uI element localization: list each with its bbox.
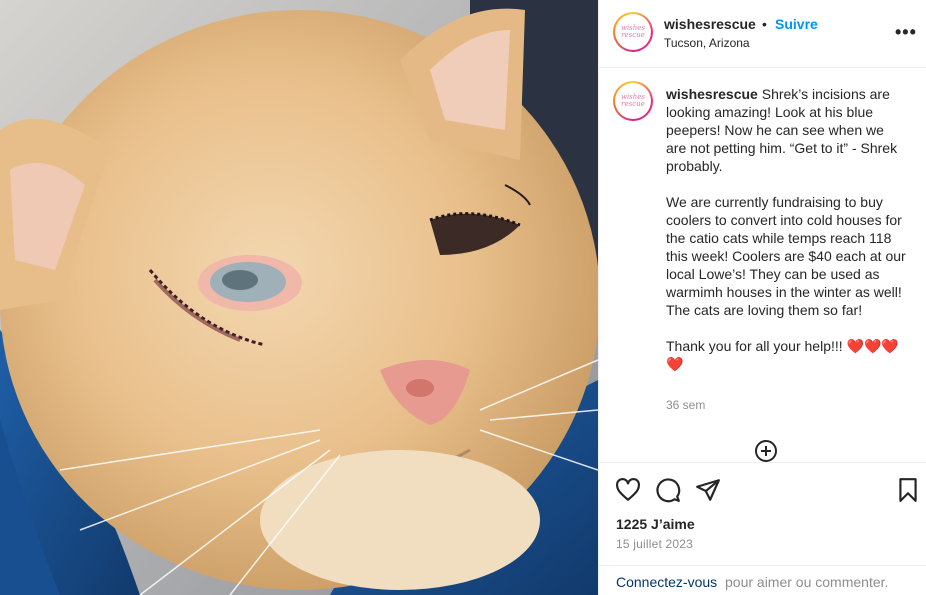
separator-dot: •: [762, 16, 767, 32]
follow-button[interactable]: Suivre: [775, 16, 818, 32]
plus-circle-icon[interactable]: [754, 439, 778, 463]
more-options-icon[interactable]: •••: [895, 22, 917, 43]
login-link[interactable]: Connectez-vous: [616, 574, 717, 590]
caption-paragraph-2: We are currently fundraising to buy cool…: [666, 194, 906, 318]
caption-avatar[interactable]: wishes rescue: [613, 81, 653, 121]
header-username[interactable]: wishesrescue: [664, 16, 756, 32]
post-header: wishes rescue wishesrescue • Suivre Tucs…: [599, 0, 926, 68]
avatar-logo-text: wishes rescue: [620, 24, 646, 39]
caption-paragraph-3: Thank you for all your help!!!: [666, 338, 843, 354]
caption: wishesrescue Shrek’s incisions are looki…: [666, 85, 906, 373]
comment-bubble-icon[interactable]: [655, 477, 681, 503]
action-bar: [599, 462, 926, 516]
login-prompt-text: pour aimer ou commenter.: [725, 574, 889, 590]
post-image[interactable]: [0, 0, 598, 595]
caption-avatar-logo-text: wishes rescue: [620, 93, 646, 108]
login-prompt: Connectez-vous pour aimer ou commenter.: [599, 565, 926, 595]
likes-count[interactable]: 1225 J’aime: [616, 516, 695, 532]
caption-time[interactable]: 36 sem: [666, 398, 705, 412]
location-link[interactable]: Tucson, Arizona: [664, 36, 750, 50]
bookmark-icon[interactable]: [895, 477, 921, 503]
avatar[interactable]: wishes rescue: [613, 12, 653, 52]
heart-outline-icon[interactable]: [615, 477, 641, 503]
share-paper-plane-icon[interactable]: [695, 477, 721, 503]
cat-photo: [0, 0, 598, 595]
post-side-panel: wishes rescue wishesrescue • Suivre Tucs…: [598, 0, 926, 595]
caption-username[interactable]: wishesrescue: [666, 86, 758, 102]
post-date: 15 juillet 2023: [616, 537, 694, 551]
